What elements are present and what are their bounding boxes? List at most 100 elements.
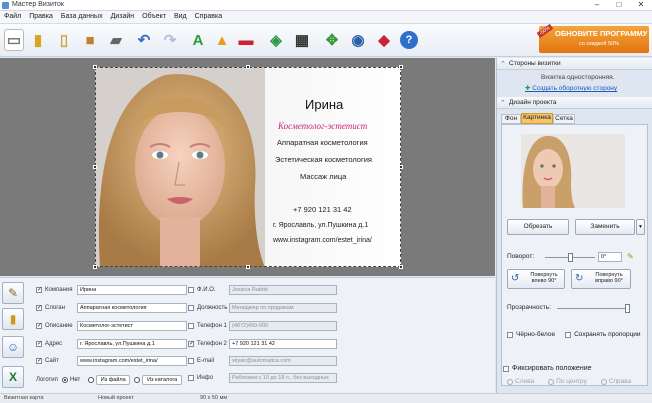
add-image-icon[interactable]: ▬ <box>236 29 256 51</box>
rotation-slider-thumb[interactable] <box>568 253 573 262</box>
open-card-icon[interactable]: ▮ <box>2 308 24 330</box>
edit-text-icon[interactable]: ✎ <box>2 282 24 304</box>
phone2-checkbox[interactable]: ✓ <box>188 340 194 347</box>
info-input[interactable]: Работаем с 10 до 18 ч., без выходных <box>229 372 337 383</box>
minimize-button[interactable]: – <box>586 0 608 11</box>
fullname-checkbox[interactable] <box>188 286 194 293</box>
align-left-radio[interactable] <box>507 378 513 385</box>
create-back-link[interactable]: ✚ Создать оборотную сторону <box>525 84 617 92</box>
resize-handle[interactable] <box>93 165 97 169</box>
logo-file-radio[interactable] <box>88 376 95 383</box>
phone1-input[interactable]: (4872)450-000 <box>229 320 337 331</box>
excel-icon[interactable]: X <box>2 366 24 388</box>
rotation-input[interactable]: 0° <box>598 252 622 262</box>
transparency-slider-track[interactable] <box>557 308 627 309</box>
align-center-radio[interactable] <box>548 378 555 385</box>
email-input[interactable]: skyair@automatica.com <box>229 355 337 366</box>
slogan-input[interactable]: Аппаратная косметология <box>77 302 187 313</box>
reset-rotation-icon[interactable]: ✎ <box>627 252 634 261</box>
card-website[interactable]: www.instagram.com/estet_irina/ <box>273 237 372 244</box>
card-slogan-1[interactable]: Аппаратная косметология <box>277 138 368 147</box>
add-shape-icon[interactable]: ▲ <box>212 29 232 51</box>
resize-handle[interactable] <box>399 65 403 69</box>
open-folder-icon[interactable]: ▮ <box>28 29 48 51</box>
sides-header[interactable]: Стороны визитки <box>497 58 652 70</box>
menu-help[interactable]: Справка <box>191 11 226 22</box>
menu-view[interactable]: Вид <box>170 11 191 22</box>
card-phone[interactable]: +7 920 121 31 42 <box>293 205 352 214</box>
resize-handle[interactable] <box>93 65 97 69</box>
card-job-title[interactable]: Косметолог-эстетист <box>278 121 367 131</box>
undo-icon[interactable]: ↶ <box>134 29 154 51</box>
save-icon[interactable]: ■ <box>80 29 100 51</box>
description-input[interactable]: Косметолог-эстетист <box>77 320 187 331</box>
phone2-input[interactable]: +7 920 121 31 42 <box>229 338 337 349</box>
tab-background[interactable]: Фон <box>501 114 521 124</box>
qr-code-icon[interactable]: ▦ <box>292 29 312 51</box>
bw-checkbox[interactable] <box>507 331 513 338</box>
zoom-icon[interactable]: ◉ <box>348 29 368 51</box>
help-icon[interactable]: ? <box>400 31 418 49</box>
collapse-icon[interactable]: ⌃ <box>500 60 506 68</box>
logo-catalog-button[interactable]: Из каталога <box>142 374 183 385</box>
address-checkbox[interactable]: ✓ <box>36 340 42 347</box>
company-checkbox[interactable]: ✓ <box>36 286 42 293</box>
menu-file[interactable]: Файл <box>0 11 25 22</box>
crop-button[interactable]: Обрезать <box>507 219 569 235</box>
catalog-icon[interactable]: ◆ <box>374 29 394 51</box>
resize-handle[interactable] <box>93 265 97 269</box>
fit-icon[interactable]: ✥ <box>322 29 342 51</box>
design-header[interactable]: Дизайн проекта <box>497 97 652 109</box>
resize-handle[interactable] <box>399 265 403 269</box>
slogan-checkbox[interactable]: ✓ <box>36 304 42 311</box>
map-icon[interactable]: ◈ <box>266 29 286 51</box>
close-button[interactable]: ✕ <box>630 0 652 11</box>
menu-object[interactable]: Объект <box>138 11 170 22</box>
upgrade-banner[interactable]: -50% ОБНОВИТЕ ПРОГРАММУ со скидкой 50% <box>536 24 649 53</box>
menu-database[interactable]: База данных <box>57 11 107 22</box>
position-input[interactable]: Менеджер по продажам <box>229 302 337 313</box>
rotate-right-button[interactable]: ↻ Повернуть вправо 90° <box>571 269 631 289</box>
card-slogan-2[interactable]: Эстетическая косметология <box>275 155 372 164</box>
info-checkbox[interactable] <box>188 374 194 381</box>
email-checkbox[interactable] <box>188 357 194 364</box>
replace-dropdown-button[interactable]: ▼ <box>636 219 645 235</box>
align-right-radio[interactable] <box>600 378 607 385</box>
picture-thumbnail[interactable] <box>521 134 625 208</box>
keep-ratio-checkbox[interactable] <box>565 331 572 338</box>
resize-handle[interactable] <box>246 65 250 69</box>
logo-file-button[interactable]: Из файла <box>96 374 131 385</box>
print-icon[interactable]: ▰ <box>106 29 126 51</box>
maximize-button[interactable]: □ <box>608 0 630 11</box>
replace-button[interactable]: Заменить <box>575 219 635 235</box>
collapse-icon[interactable]: ⌃ <box>500 99 506 107</box>
tab-picture[interactable]: Картинка <box>521 113 553 124</box>
resize-handle[interactable] <box>399 165 403 169</box>
add-text-icon[interactable]: A <box>188 29 208 51</box>
transparency-slider-thumb[interactable] <box>625 304 630 313</box>
business-card[interactable]: Ирина Косметолог-эстетист Аппаратная кос… <box>95 67 401 267</box>
website-checkbox[interactable]: ✓ <box>36 357 42 364</box>
resize-handle[interactable] <box>246 265 250 269</box>
templates-icon[interactable]: ▯ <box>54 29 74 51</box>
logo-none-radio[interactable] <box>62 376 68 383</box>
fix-position-checkbox[interactable] <box>503 365 509 372</box>
rotate-left-button[interactable]: ↺ Повернуть влево 90° <box>507 269 565 289</box>
new-file-icon[interactable]: ▭ <box>4 29 24 51</box>
menu-edit[interactable]: Правка <box>25 11 57 22</box>
logo-catalog-radio[interactable] <box>134 376 141 383</box>
contacts-icon[interactable]: ☺ <box>2 336 24 358</box>
address-input[interactable]: г. Ярославль, ул.Пушкина д.1 <box>77 338 187 349</box>
website-input[interactable]: www.instagram.com/estet_irina/ <box>77 355 187 366</box>
redo-icon[interactable]: ↷ <box>160 29 180 51</box>
phone1-checkbox[interactable] <box>188 322 194 329</box>
company-input[interactable]: Ирина <box>77 284 187 295</box>
description-checkbox[interactable]: ✓ <box>36 322 42 329</box>
menu-design[interactable]: Дизайн <box>107 11 139 22</box>
card-name[interactable]: Ирина <box>305 97 343 112</box>
tab-grid[interactable]: Сетка <box>553 114 575 124</box>
fullname-input[interactable]: Jessica Rabbit <box>229 284 337 295</box>
position-checkbox[interactable] <box>188 304 194 311</box>
card-slogan-3[interactable]: Массаж лица <box>300 172 346 181</box>
card-address[interactable]: г. Ярославль, ул.Пушкина д.1 <box>273 222 368 229</box>
